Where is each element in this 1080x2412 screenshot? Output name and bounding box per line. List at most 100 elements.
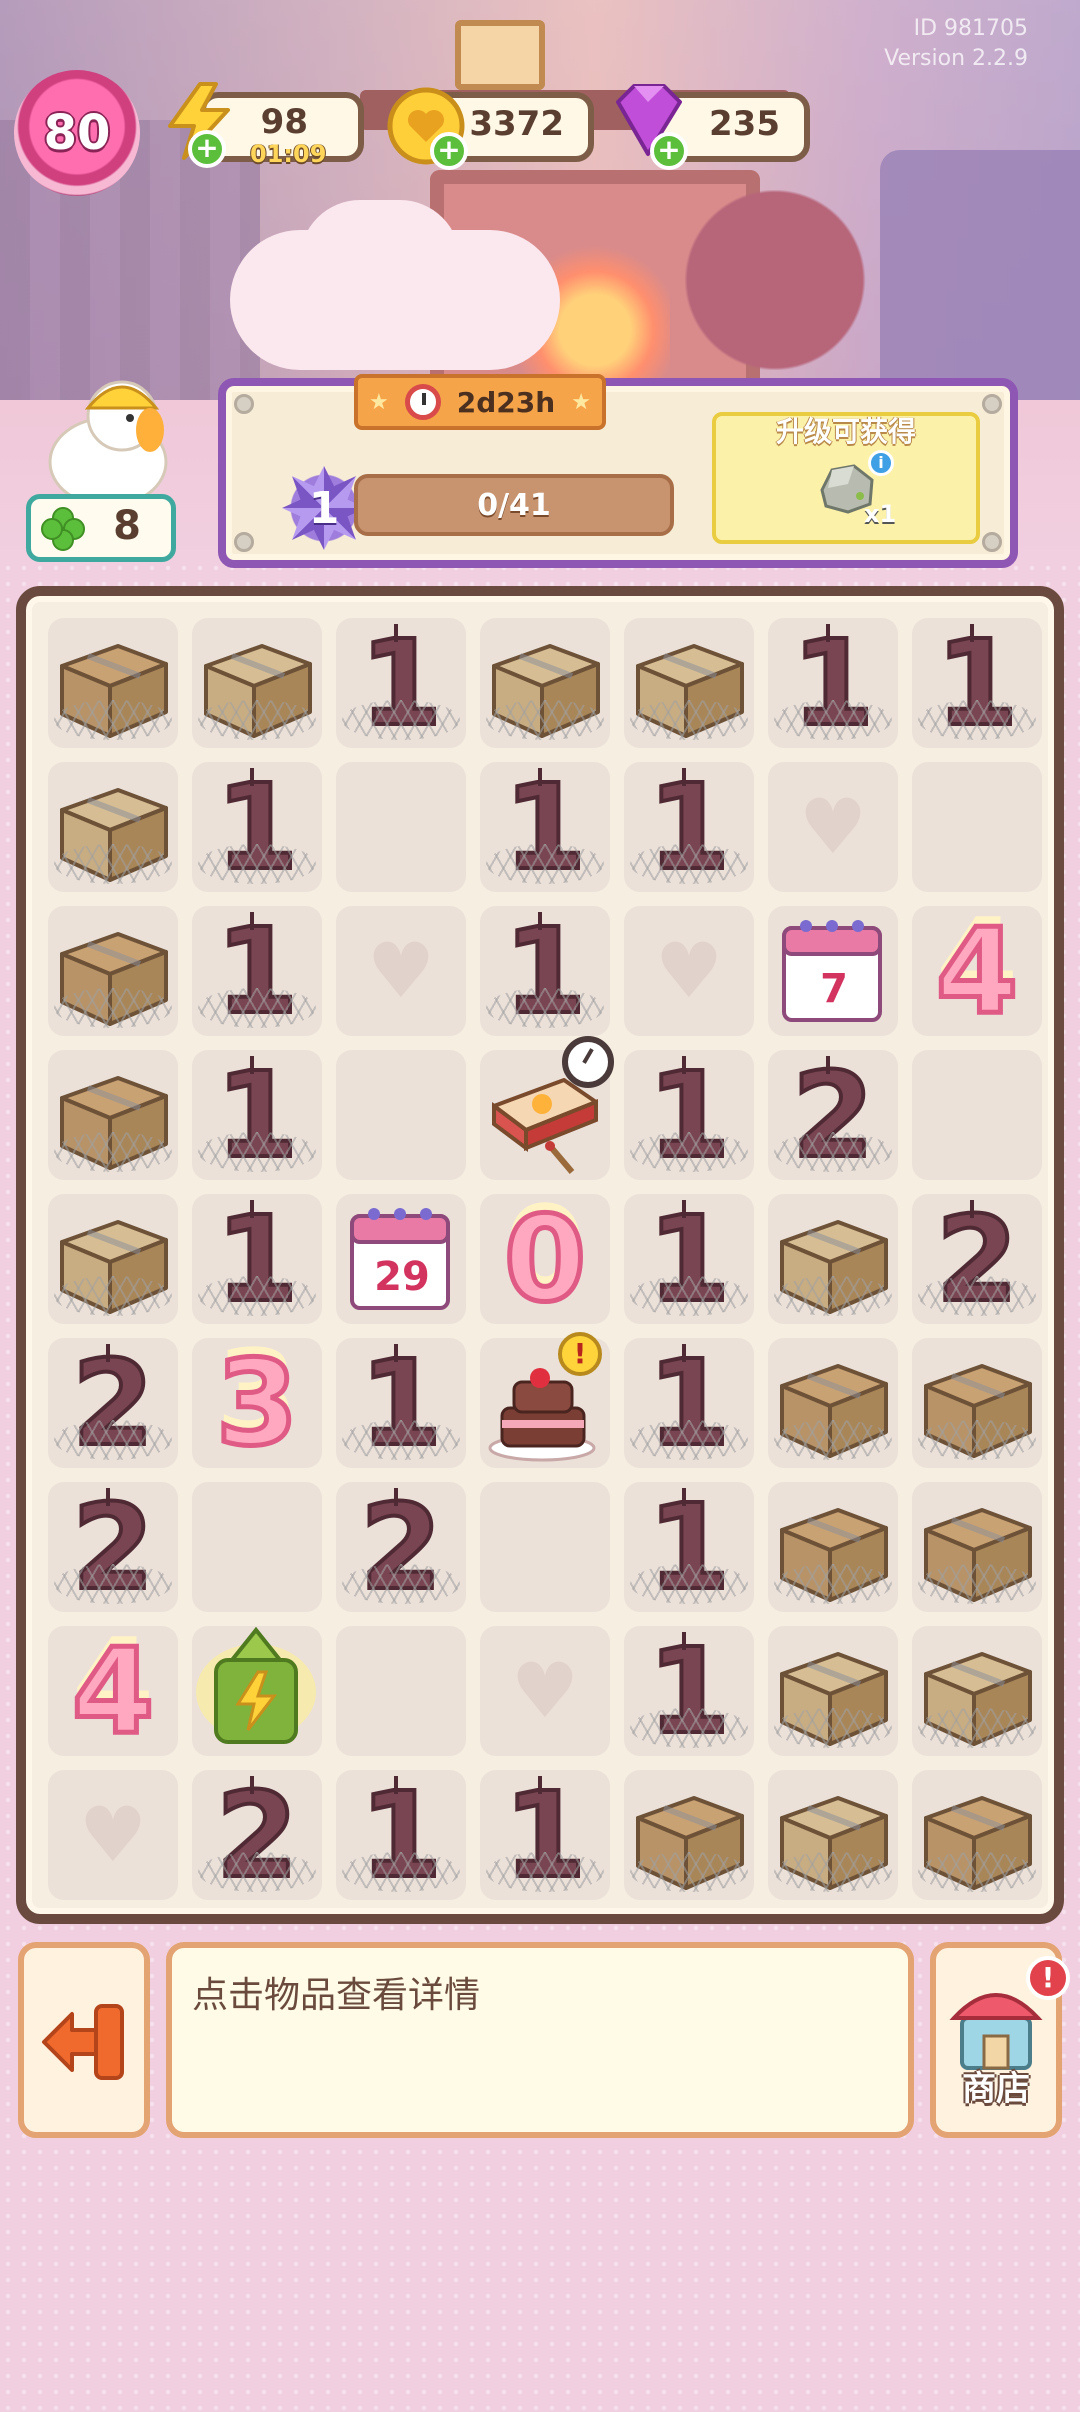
add-coins-button[interactable]: +	[430, 132, 468, 170]
chocolate-number-item[interactable]: 2	[336, 1476, 466, 1618]
add-energy-button[interactable]: +	[188, 130, 226, 168]
board-cell[interactable]	[912, 1770, 1042, 1900]
calendar-item[interactable]: 29	[336, 1194, 466, 1324]
board-cell[interactable]: 2	[336, 1476, 466, 1618]
cardboard-box-item[interactable]	[48, 618, 178, 748]
chocolate-number-item[interactable]: 1	[624, 756, 754, 898]
board-cell[interactable]: 1	[624, 1188, 754, 1330]
board-cell[interactable]	[624, 618, 754, 748]
board-cell[interactable]: 2	[48, 1476, 178, 1618]
board-cell[interactable]: 0	[480, 1188, 610, 1331]
board-cell[interactable]: 1	[192, 756, 322, 898]
board-cell[interactable]: 4	[912, 900, 1042, 1043]
chocolate-number-item[interactable]: 1	[480, 756, 610, 898]
board-cell[interactable]	[912, 1626, 1042, 1756]
builder-chick-icon[interactable]	[30, 370, 180, 510]
board-cell[interactable]	[768, 1482, 898, 1612]
pink-number-candle-item[interactable]: 3	[192, 1332, 322, 1475]
board-cell[interactable]	[336, 762, 466, 892]
cardboard-box-item[interactable]	[912, 1626, 1042, 1756]
chocolate-number-item[interactable]: 1	[336, 1764, 466, 1906]
cardboard-box-item[interactable]	[192, 618, 322, 748]
pink-number-candle-item[interactable]: 4	[912, 900, 1042, 1043]
chocolate-number-item[interactable]: 2	[48, 1332, 178, 1474]
exit-button[interactable]	[18, 1942, 150, 2138]
board-cell[interactable]: 1	[624, 1620, 754, 1762]
chocolate-number-item[interactable]: 1	[768, 612, 898, 754]
board-cell[interactable]	[912, 1050, 1042, 1180]
board-cell[interactable]	[624, 1770, 754, 1900]
cardboard-box-item[interactable]	[768, 1482, 898, 1612]
board-cell[interactable]	[192, 1626, 322, 1756]
add-gems-button[interactable]: +	[650, 132, 688, 170]
cardboard-box-item[interactable]	[48, 1050, 178, 1180]
board-cell[interactable]: 7	[768, 906, 898, 1036]
cardboard-box-item[interactable]	[480, 618, 610, 748]
cardboard-box-item[interactable]	[48, 906, 178, 1036]
player-level-badge[interactable]: 80	[14, 70, 140, 196]
pink-number-candle-item[interactable]: 0	[480, 1188, 610, 1331]
level-up-reward[interactable]: 升级可获得 i x1	[712, 412, 980, 544]
cake-item[interactable]: !	[480, 1332, 610, 1468]
board-cell[interactable]: 4	[48, 1620, 178, 1763]
board-cell[interactable]	[48, 618, 178, 748]
calendar-item[interactable]: 7	[768, 906, 898, 1036]
board-cell[interactable]: 2	[768, 1044, 898, 1186]
chocolate-number-item[interactable]: 2	[768, 1044, 898, 1186]
cardboard-box-item[interactable]	[624, 1770, 754, 1900]
board-cell-heart[interactable]	[336, 906, 466, 1036]
board-cell-heart[interactable]	[768, 762, 898, 892]
chocolate-number-item[interactable]: 1	[624, 1188, 754, 1330]
chocolate-number-item[interactable]: 1	[192, 1188, 322, 1330]
cardboard-box-item[interactable]	[768, 1338, 898, 1468]
chocolate-number-item[interactable]: 1	[192, 756, 322, 898]
cardboard-box-item[interactable]	[624, 618, 754, 748]
board-cell[interactable]: 1	[624, 756, 754, 898]
chocolate-number-item[interactable]: 2	[192, 1764, 322, 1906]
board-cell[interactable]: 1	[624, 1476, 754, 1618]
cardboard-box-item[interactable]	[48, 762, 178, 892]
board-cell[interactable]	[912, 1482, 1042, 1612]
cardboard-box-item[interactable]	[768, 1194, 898, 1324]
shop-button[interactable]: ! 商店	[930, 1942, 1070, 2138]
chocolate-number-item[interactable]: 1	[624, 1332, 754, 1474]
chocolate-number-item[interactable]: 2	[48, 1476, 178, 1618]
board-cell[interactable]: 3	[192, 1332, 322, 1475]
chocolate-number-item[interactable]: 1	[192, 900, 322, 1042]
board-cell[interactable]: 1	[192, 900, 322, 1042]
info-icon[interactable]: i	[868, 450, 894, 476]
board-cell[interactable]	[912, 1338, 1042, 1468]
cardboard-box-item[interactable]	[912, 1338, 1042, 1468]
board-cell[interactable]: 1	[336, 1332, 466, 1474]
board-cell[interactable]	[768, 1338, 898, 1468]
board-cell[interactable]	[48, 1050, 178, 1180]
clover-counter[interactable]: 8	[26, 494, 176, 562]
pink-number-candle-item[interactable]: 4	[48, 1620, 178, 1763]
board-cell[interactable]: 1	[480, 900, 610, 1042]
energy-lantern-item[interactable]	[192, 1626, 322, 1756]
board-cell[interactable]: 1	[192, 1044, 322, 1186]
matchbox-item[interactable]	[480, 1036, 614, 1180]
board-cell-heart[interactable]	[48, 1770, 178, 1900]
board-cell[interactable]: 1	[336, 1764, 466, 1906]
board-cell[interactable]	[480, 618, 610, 748]
board-cell[interactable]	[768, 1770, 898, 1900]
board-cell[interactable]	[336, 1626, 466, 1756]
board-cell[interactable]	[48, 906, 178, 1036]
board-cell[interactable]: !	[480, 1332, 610, 1468]
board-cell[interactable]: 1	[624, 1044, 754, 1186]
chocolate-number-item[interactable]: 1	[480, 900, 610, 1042]
board-cell[interactable]: 1	[768, 612, 898, 754]
board-cell[interactable]	[912, 762, 1042, 892]
board-cell[interactable]: 1	[336, 612, 466, 754]
board-cell[interactable]	[48, 762, 178, 892]
board-cell[interactable]	[192, 618, 322, 748]
cardboard-box-item[interactable]	[768, 1770, 898, 1900]
board-cell[interactable]: 2	[48, 1332, 178, 1474]
board-cell[interactable]: 2	[912, 1188, 1042, 1330]
board-cell-heart[interactable]	[480, 1626, 610, 1756]
chocolate-number-item[interactable]: 1	[192, 1044, 322, 1186]
board-cell[interactable]: 29	[336, 1194, 466, 1324]
board-cell[interactable]	[768, 1626, 898, 1756]
chocolate-number-item[interactable]: 1	[336, 612, 466, 754]
